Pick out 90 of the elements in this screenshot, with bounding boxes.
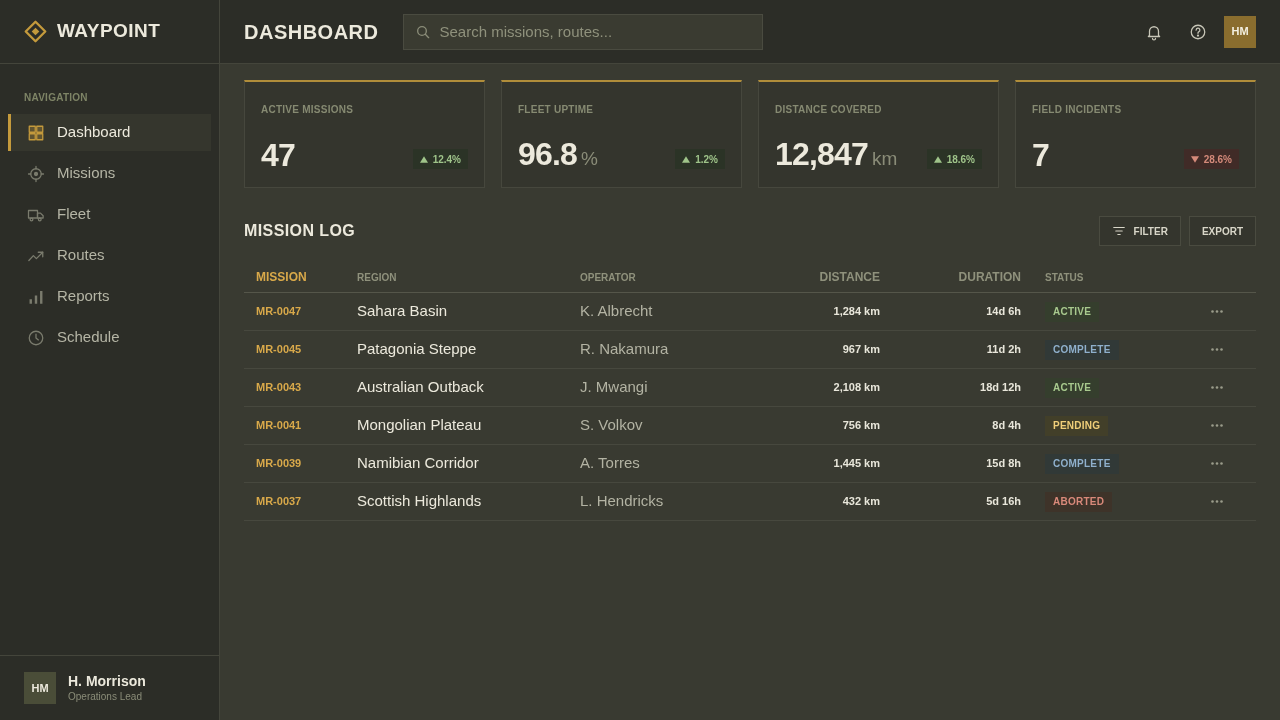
nav-item[interactable]: Schedule [8,319,211,356]
kpi-label: FLEET UPTIME [518,103,594,117]
kpi-unit: % [581,146,598,171]
table-cell-text: 756 km [842,418,880,434]
page-title: DASHBOARD [244,19,379,45]
kpi-value: 7 [1032,137,1049,173]
table-cell-text: 2,108 km [833,380,880,396]
column-header[interactable]: DISTANCE [819,268,880,286]
status-badge: COMPLETE [1045,339,1119,360]
table-cell-text: J. Mwangi [580,377,648,398]
mission-id-link[interactable]: MR-0039 [256,455,302,472]
crosshair-icon [27,164,45,183]
app-logo-text: WAYPOINT [57,19,161,44]
status-badge: ACTIVE [1045,377,1100,398]
user-role: Operations Lead [68,690,142,704]
table-cell-text: Mongolian Plateau [357,415,482,436]
search-icon [414,23,431,40]
table-cell-text: Scottish Highlands [357,491,482,512]
column-header[interactable]: DURATION [958,268,1021,286]
kpi-value: 96.8 [518,135,578,172]
trend-value: 12.4% [432,152,461,167]
table-cell-text: Namibian Corridor [357,453,479,474]
kpi-unit: km [872,146,898,171]
filter-button[interactable]: FILTER [1098,216,1181,246]
status-badge: PENDING [1045,415,1109,436]
table-cell-text: 1,284 km [833,304,880,320]
more-icon[interactable] [1210,462,1223,465]
table-cell-text: L. Hendricks [580,491,664,512]
export-button[interactable]: EXPORT [1188,216,1256,246]
kpi-label: ACTIVE MISSIONS [261,103,354,117]
help-icon [1189,22,1207,41]
mission-id-link[interactable]: MR-0037 [256,493,302,510]
status-badge: ACTIVE [1045,301,1100,322]
table-cell-text: 15d 8h [986,456,1021,472]
table-cell-text: Sahara Basin [357,301,448,322]
more-icon[interactable] [1210,310,1223,313]
column-header[interactable]: OPERATOR [580,269,636,285]
kpi-label: DISTANCE COVERED [775,103,882,117]
table-cell-text: 5d 16h [986,494,1021,510]
status-badge: COMPLETE [1045,453,1119,474]
triangle-down-icon [1190,155,1199,163]
column-header[interactable]: REGION [357,269,397,285]
nav-item[interactable]: Reports [8,278,211,315]
section-title: MISSION LOG [244,221,356,241]
kpi-value: 47 [261,137,295,173]
mission-id-link[interactable]: MR-0047 [256,303,302,320]
more-icon[interactable] [1210,424,1223,427]
table-cell-text: 14d 6h [986,304,1021,320]
nav-item[interactable]: Routes [8,237,211,274]
nav-item[interactable]: Dashboard [8,114,211,151]
column-header[interactable]: MISSION [256,268,307,286]
column-header[interactable]: STATUS [1045,269,1084,285]
table-cell-text: 967 km [842,342,880,358]
mission-id-link[interactable]: MR-0045 [256,341,302,358]
clock-icon [27,328,45,347]
table-cell-text: Australian Outback [357,377,484,398]
triangle-up-icon [419,155,428,163]
section-label: NAVIGATION [24,91,88,105]
table-cell-text: S. Volkov [580,415,643,436]
table-cell-text: Patagonia Steppe [357,339,477,360]
triangle-up-icon [682,155,691,163]
more-icon[interactable] [1210,500,1223,503]
grid-icon [27,123,45,142]
user-avatar[interactable]: HM [1224,15,1256,48]
trend-value: 28.6% [1203,152,1232,167]
triangle-up-icon [933,155,942,163]
nav-item[interactable]: Fleet [8,196,211,233]
table-cell-text: A. Torres [580,453,640,474]
nav-item[interactable]: Missions [8,155,211,192]
table-cell-text: 1,445 km [833,456,880,472]
table-cell-text: 18d 12h [980,380,1021,396]
search-field[interactable]: Search missions, routes... [402,13,763,50]
kpi-label: FIELD INCIDENTS [1032,103,1122,117]
user-avatar: HM [24,672,56,704]
table-cell-text: 8d 4h [992,418,1021,434]
filter-icon [1111,224,1126,238]
more-icon[interactable] [1210,348,1223,351]
status-badge: ABORTED [1045,491,1113,512]
table-cell-text: R. Nakamura [580,339,669,360]
more-icon[interactable] [1210,386,1223,389]
user-name: H. Morrison [68,672,146,690]
table-cell-text: 11d 2h [986,342,1021,358]
mission-id-link[interactable]: MR-0043 [256,379,302,396]
table-cell-text: K. Albrecht [580,301,653,322]
diamond-logo-icon [24,20,47,43]
table-cell-text: 432 km [842,494,880,510]
trend-value: 1.2% [695,152,718,167]
kpi-value: 12,847 [775,135,869,172]
trend-value: 18.6% [946,152,975,167]
mission-id-link[interactable]: MR-0041 [256,417,302,434]
